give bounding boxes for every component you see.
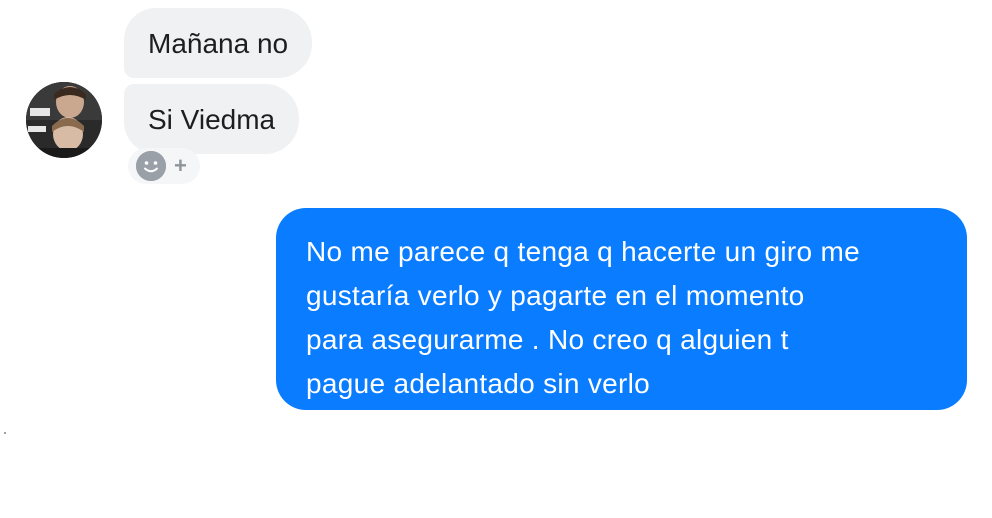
message-text-line: gustaría verlo y pagarte en el momento	[306, 280, 805, 311]
message-text-line: para asegurarme . No creo q alguien t	[306, 324, 789, 355]
smiley-icon	[136, 151, 166, 181]
avatar-photo	[26, 82, 102, 158]
incoming-message-bubble[interactable]: Mañana no	[124, 8, 313, 78]
outgoing-message-bubble[interactable]: No me parece q tenga q hacerte un giro m…	[276, 208, 967, 410]
plus-icon: +	[174, 153, 187, 178]
stray-dot	[4, 432, 6, 434]
add-reaction-button[interactable]: +	[128, 148, 200, 184]
message-text-line: No me parece q tenga q hacerte un giro m…	[306, 236, 860, 267]
message-text-line: pague adelantado sin verlo	[306, 368, 651, 399]
message-text: Mañana no	[148, 28, 289, 59]
avatar[interactable]	[26, 82, 102, 158]
message-text: Si Viedma	[148, 104, 276, 135]
incoming-message-bubble[interactable]: Si Viedma	[124, 84, 300, 154]
